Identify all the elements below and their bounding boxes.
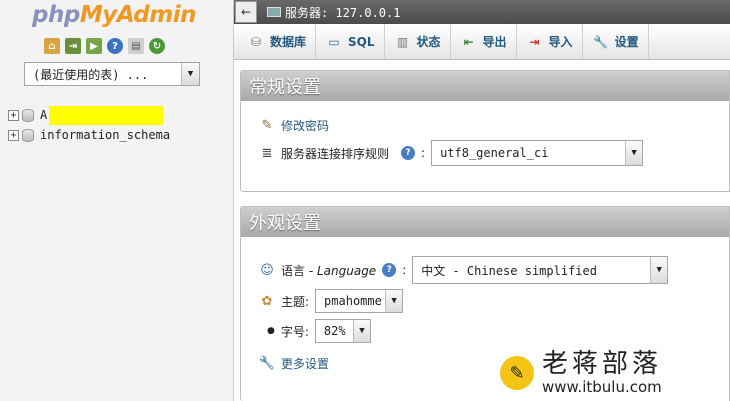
wrench-icon: 🔧 bbox=[593, 34, 609, 49]
home-icon[interactable]: ⌂ bbox=[44, 38, 60, 54]
change-password-link[interactable]: 修改密码 bbox=[281, 117, 329, 134]
navigation-panel: phpMyAdmin ⌂ ⇥ ▶ ? ▤ ↻ (最近使用的表) ... ▼ + … bbox=[0, 0, 234, 401]
sql-icon: ▭ bbox=[328, 34, 340, 49]
theme-palette-icon: ✿ bbox=[261, 293, 273, 309]
chevron-down-icon: ▼ bbox=[625, 141, 643, 165]
theme-row: ✿ 主题: pmahomme ▼ bbox=[259, 289, 404, 313]
server-breadcrumb[interactable]: 服务器: 127.0.0.1 bbox=[267, 4, 400, 21]
import-icon: ⇥ bbox=[529, 34, 540, 49]
panel-title: 外观设置 bbox=[241, 207, 729, 237]
main-tabs: ⛁ 数据库 ▭ SQL ▥ 状态 ⇤ 导出 ⇥ 导入 🔧 设置 bbox=[234, 24, 730, 60]
expand-icon[interactable]: + bbox=[8, 109, 19, 121]
wrench-icon: 🔧 bbox=[258, 356, 276, 371]
theme-label: 主题: bbox=[281, 294, 310, 309]
watermark: ✎ 老蒋部落 www.itbulu.com bbox=[500, 350, 662, 396]
tab-databases[interactable]: ⛁ 数据库 bbox=[238, 24, 317, 59]
language-row: ☺ 语言 - Language ? : 中文 - Chinese simplif… bbox=[259, 256, 669, 284]
database-icon bbox=[22, 128, 34, 142]
collation-label: 服务器连接排序规则 bbox=[281, 146, 390, 161]
recent-tables-select[interactable]: (最近使用的表) ... ▼ bbox=[24, 62, 200, 86]
collation-row: ≣ 服务器连接排序规则 ? : utf8_general_ci ▼ bbox=[259, 140, 644, 166]
help-icon[interactable]: ? bbox=[382, 263, 397, 277]
more-settings-row: 🔧 更多设置 bbox=[259, 355, 329, 372]
font-size-row: ● 字号: 82% ▼ bbox=[267, 319, 371, 343]
query-window-icon[interactable]: ▶ bbox=[86, 38, 102, 54]
pencil-logo-icon: ✎ bbox=[500, 356, 534, 390]
tab-sql[interactable]: ▭ SQL bbox=[316, 24, 385, 59]
logout-icon[interactable]: ⇥ bbox=[65, 38, 81, 54]
collation-select[interactable]: utf8_general_ci ▼ bbox=[431, 140, 644, 166]
status-icon: ▥ bbox=[396, 34, 409, 49]
export-icon: ⇤ bbox=[463, 34, 474, 49]
collapse-nav-button[interactable]: ← bbox=[235, 1, 257, 23]
panel-title: 常规设置 bbox=[241, 71, 729, 101]
tree-item-information-schema[interactable]: + information_schema bbox=[8, 125, 170, 145]
bullet: ● bbox=[267, 326, 275, 336]
reload-icon[interactable]: ↻ bbox=[149, 38, 165, 54]
font-size-select[interactable]: 82% ▼ bbox=[314, 319, 371, 343]
tree-item-db-a[interactable]: + A bbox=[8, 105, 170, 125]
breadcrumb-bar: ← 服务器: 127.0.0.1 bbox=[234, 0, 730, 24]
language-select[interactable]: 中文 - Chinese simplified ▼ bbox=[412, 256, 669, 284]
phpmyadmin-logo[interactable]: phpMyAdmin bbox=[32, 2, 196, 28]
redaction-highlight bbox=[49, 105, 164, 125]
help-icon[interactable]: ? bbox=[401, 146, 416, 160]
change-password-row: ✎ 修改密码 bbox=[259, 117, 329, 134]
database-icon bbox=[22, 108, 34, 122]
chevron-down-icon: ▼ bbox=[181, 63, 199, 85]
font-size-label: 字号: bbox=[280, 324, 309, 339]
chevron-down-icon: ▼ bbox=[352, 320, 370, 342]
theme-select[interactable]: pmahomme ▼ bbox=[315, 289, 404, 313]
server-icon bbox=[267, 7, 281, 17]
chevron-down-icon: ▼ bbox=[385, 290, 403, 312]
language-icon: ☺ bbox=[260, 262, 274, 278]
docs-icon[interactable]: ? bbox=[107, 38, 123, 54]
general-settings-panel: 常规设置 ✎ 修改密码 ≣ 服务器连接排序规则 ? : utf8_general… bbox=[240, 70, 730, 192]
password-icon: ✎ bbox=[261, 118, 273, 133]
database-icon: ⛁ bbox=[250, 34, 262, 49]
tab-import[interactable]: ⇥ 导入 bbox=[517, 24, 583, 59]
tab-export[interactable]: ⇤ 导出 bbox=[451, 24, 517, 59]
more-settings-link[interactable]: 更多设置 bbox=[281, 355, 329, 372]
sql-docs-icon[interactable]: ▤ bbox=[128, 38, 144, 54]
database-tree: + A + information_schema bbox=[8, 105, 170, 145]
tab-settings[interactable]: 🔧 设置 bbox=[583, 24, 649, 59]
expand-icon[interactable]: + bbox=[8, 129, 19, 141]
chevron-down-icon: ▼ bbox=[650, 257, 668, 283]
quick-links: ⌂ ⇥ ▶ ? ▤ ↻ bbox=[44, 38, 165, 54]
tab-status[interactable]: ▥ 状态 bbox=[385, 24, 451, 59]
list-icon: ≣ bbox=[261, 145, 273, 161]
